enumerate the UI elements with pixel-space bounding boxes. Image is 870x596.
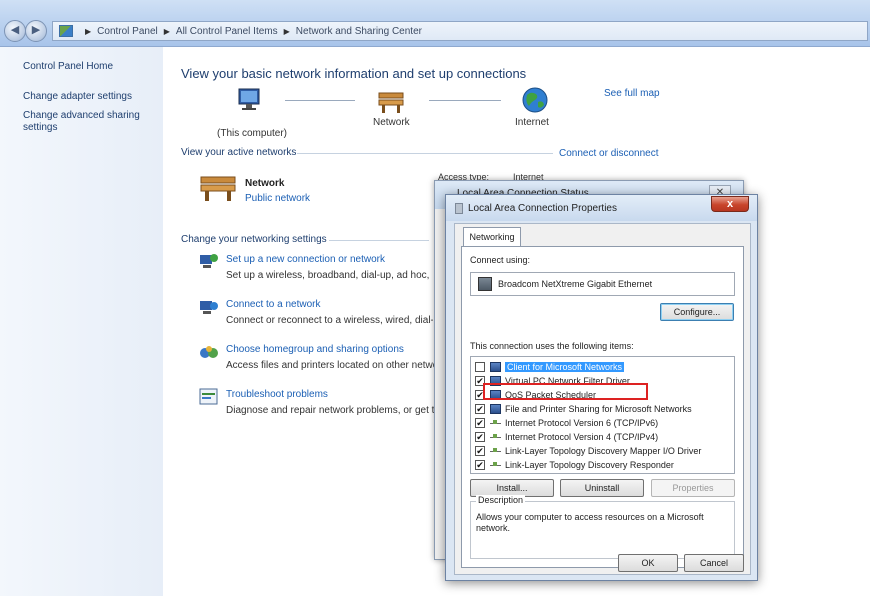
chevron-right-icon: ▶	[283, 26, 290, 36]
chevron-right-icon: ▶	[163, 26, 170, 36]
item-label: Internet Protocol Version 6 (TCP/IPv6)	[505, 418, 659, 428]
divider	[297, 153, 553, 154]
protocol-icon	[490, 434, 501, 438]
item-label: Link-Layer Topology Discovery Mapper I/O…	[505, 446, 702, 456]
page-title: View your basic network information and …	[181, 66, 527, 81]
adapter-name: Broadcom NetXtreme Gigabit Ethernet	[498, 279, 653, 289]
this-computer-label: (This computer)	[217, 128, 288, 139]
checkbox[interactable]: ✔	[475, 418, 485, 428]
connection-line	[285, 100, 355, 101]
protocol-icon	[490, 420, 501, 424]
item-label: Link-Layer Topology Discovery Responder	[505, 460, 674, 470]
homegroup-icon	[200, 346, 218, 358]
list-item[interactable]: ✔ File and Printer Sharing for Microsoft…	[471, 402, 734, 416]
breadcrumb-item-network-sharing[interactable]: Network and Sharing Center	[296, 26, 422, 37]
homegroup-sharing-desc: Access files and printers located on oth…	[226, 360, 438, 371]
checkbox[interactable]: ✔	[475, 446, 485, 456]
internet-label: Internet	[515, 117, 549, 128]
change-settings-heading: Change your networking settings	[181, 234, 327, 245]
connect-to-network-link[interactable]: Connect to a network	[226, 299, 321, 310]
network-client-icon	[490, 362, 501, 372]
properties-dialog-title: Local Area Connection Properties	[468, 203, 617, 214]
properties-titlebar: Local Area Connection Properties x	[446, 195, 757, 221]
troubleshoot-icon	[199, 388, 218, 405]
protocol-icon	[490, 448, 501, 452]
description-group: Description Allows your computer to acce…	[470, 495, 735, 559]
cancel-button[interactable]: Cancel	[684, 554, 744, 572]
homegroup-sharing-link[interactable]: Choose homegroup and sharing options	[226, 344, 404, 355]
setup-connection-link[interactable]: Set up a new connection or network	[226, 254, 385, 265]
items-label: This connection uses the following items…	[470, 341, 634, 351]
dialog-app-icon	[455, 203, 463, 214]
network-name: Network	[245, 178, 285, 189]
item-label: Internet Protocol Version 4 (TCP/IPv4)	[505, 432, 659, 442]
breadcrumb[interactable]: ▶ Control Panel ▶ All Control Panel Item…	[52, 21, 868, 41]
item-label: File and Printer Sharing for Microsoft N…	[505, 404, 692, 414]
connect-to-network-desc: Connect or reconnect to a wireless, wire…	[226, 315, 433, 326]
left-pane: Control Panel Home Change adapter settin…	[0, 47, 163, 596]
divider	[329, 240, 429, 241]
highlight-box	[483, 383, 648, 400]
list-item[interactable]: Client for Microsoft Networks	[471, 360, 734, 374]
properties-body: Networking Connect using: Broadcom NetXt…	[454, 223, 751, 575]
protocol-icon	[490, 462, 501, 466]
checkbox[interactable]: ✔	[475, 460, 485, 470]
connect-disconnect-link[interactable]: Connect or disconnect	[559, 148, 659, 159]
forward-button[interactable]: ▶	[25, 20, 47, 42]
networking-panel: Connect using: Broadcom NetXtreme Gigabi…	[461, 246, 744, 568]
connection-line	[429, 100, 501, 101]
bench-icon	[378, 92, 404, 113]
back-button[interactable]: ◀	[4, 20, 26, 42]
computer-icon	[238, 88, 260, 110]
item-label: Client for Microsoft Networks	[505, 362, 625, 372]
network-type-link[interactable]: Public network	[245, 193, 310, 204]
control-panel-home-link[interactable]: Control Panel Home	[23, 61, 153, 73]
connect-using-label: Connect using:	[470, 255, 531, 265]
components-list[interactable]: Client for Microsoft Networks ✔ Virtual …	[470, 356, 735, 474]
globe-icon	[522, 87, 548, 113]
connect-network-icon	[200, 301, 218, 314]
properties-button[interactable]: Properties	[651, 479, 735, 497]
address-bar-area: ◀ ▶ ▶ Control Panel ▶ All Control Panel …	[0, 0, 870, 47]
bench-network-icon	[200, 176, 236, 201]
checkbox[interactable]: ✔	[475, 432, 485, 442]
list-item[interactable]: ✔ Link-Layer Topology Discovery Responde…	[471, 458, 734, 472]
ok-button[interactable]: OK	[618, 554, 678, 572]
forward-arrow-icon: ▶	[31, 24, 41, 36]
setup-connection-desc: Set up a wireless, broadband, dial-up, a…	[226, 270, 431, 281]
control-panel-icon	[59, 25, 73, 37]
configure-button[interactable]: Configure...	[660, 303, 734, 321]
change-adapter-settings-link[interactable]: Change adapter settings	[23, 91, 153, 103]
network-adapter-icon	[478, 277, 492, 291]
description-text: Allows your computer to access resources…	[476, 512, 704, 533]
checkbox[interactable]: ✔	[475, 404, 485, 414]
new-connection-icon	[200, 254, 218, 268]
tab-networking[interactable]: Networking	[463, 227, 521, 247]
list-item[interactable]: ✔ Internet Protocol Version 4 (TCP/IPv4)	[471, 430, 734, 444]
uninstall-button[interactable]: Uninstall	[560, 479, 644, 497]
active-networks-heading: View your active networks	[181, 147, 297, 158]
see-full-map-link[interactable]: See full map	[604, 88, 660, 99]
network-client-icon	[490, 404, 501, 414]
close-button[interactable]: x	[711, 196, 749, 212]
list-item[interactable]: ✔ Internet Protocol Version 6 (TCP/IPv6)	[471, 416, 734, 430]
list-item[interactable]: ✔ Link-Layer Topology Discovery Mapper I…	[471, 444, 734, 458]
adapter-field: Broadcom NetXtreme Gigabit Ethernet	[470, 272, 735, 296]
network-map-label: Network	[373, 117, 410, 128]
checkbox[interactable]	[475, 362, 485, 372]
description-label: Description	[476, 495, 526, 505]
troubleshoot-link[interactable]: Troubleshoot problems	[226, 389, 328, 400]
close-icon: x	[726, 198, 734, 210]
chevron-right-icon: ▶	[85, 26, 92, 36]
change-advanced-sharing-link[interactable]: Change advanced sharing settings	[23, 110, 153, 134]
breadcrumb-item-all-items[interactable]: All Control Panel Items	[176, 26, 278, 37]
connection-properties-dialog: Local Area Connection Properties x Netwo…	[445, 194, 758, 581]
troubleshoot-desc: Diagnose and repair network problems, or…	[226, 405, 438, 416]
back-arrow-icon: ◀	[10, 24, 20, 36]
breadcrumb-item-control-panel[interactable]: Control Panel	[97, 26, 158, 37]
